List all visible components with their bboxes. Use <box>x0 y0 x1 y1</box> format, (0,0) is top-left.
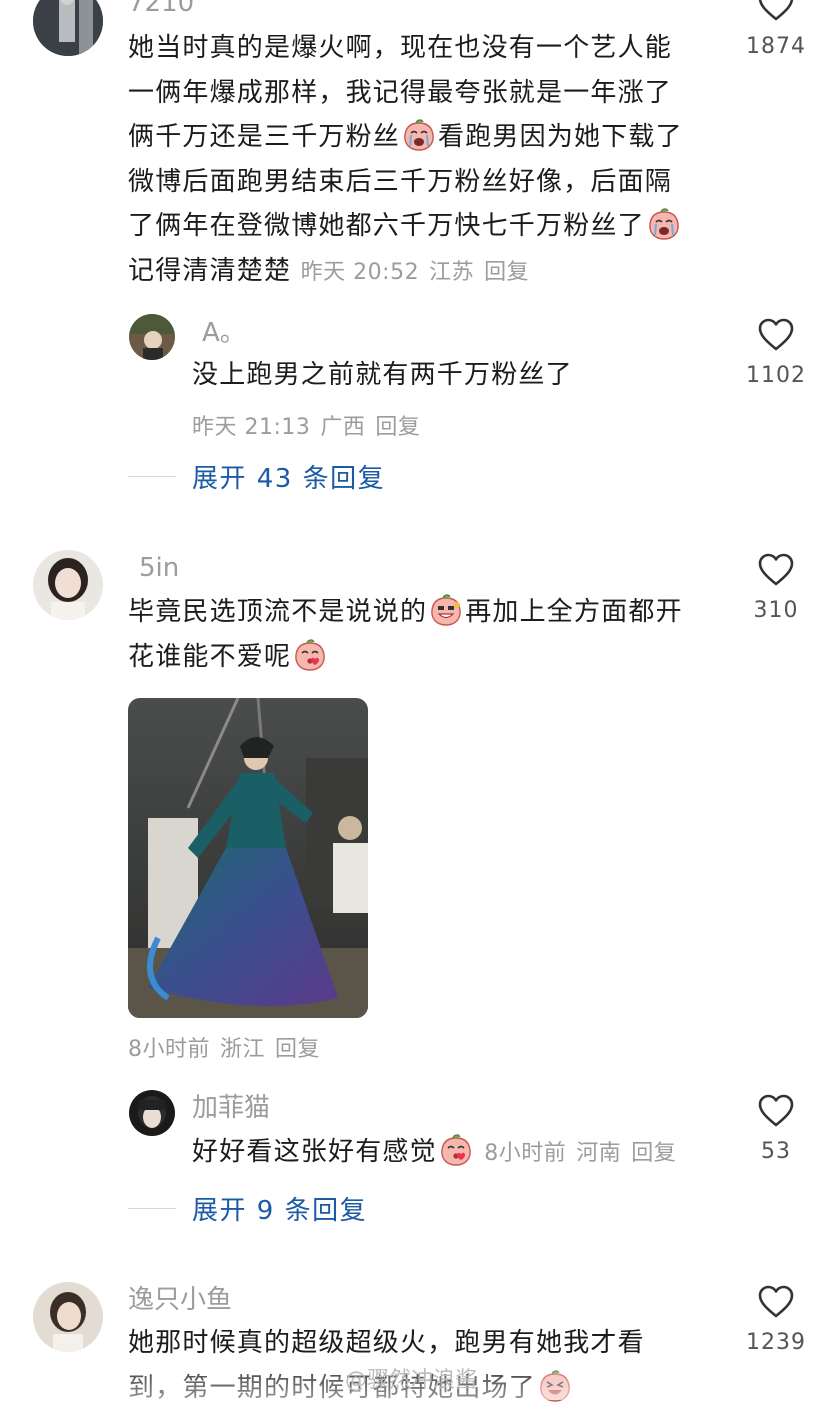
username[interactable]: 5in <box>139 553 179 583</box>
heart-outline-icon[interactable] <box>758 318 794 352</box>
comment-line: 了俩年在登微博她都六千万快七千万粉丝了 <box>128 204 728 249</box>
photo-image <box>128 698 368 1018</box>
divider <box>128 1208 176 1209</box>
reply-text: 没上跑男之前就有两千万粉丝了 <box>192 360 573 390</box>
avatar[interactable] <box>33 0 103 56</box>
avatar-image <box>33 1282 103 1352</box>
like-count: 1102 <box>746 363 806 388</box>
comment-line: 俩千万还是三千万粉丝 看跑男因为她下载了 <box>128 115 728 160</box>
avatar[interactable] <box>33 1282 103 1352</box>
avatar-image <box>33 0 103 56</box>
reply-button[interactable]: 回复 <box>375 415 420 440</box>
comment-photo[interactable] <box>128 698 368 1018</box>
like-count: 1239 <box>746 1330 806 1355</box>
reply-button[interactable]: 回复 <box>631 1141 676 1166</box>
crying-emoji-icon <box>647 207 681 241</box>
kiss-emoji-icon <box>293 638 327 672</box>
kiss-emoji-icon <box>439 1133 473 1167</box>
username[interactable]: 逸只小鱼 <box>128 1285 232 1315</box>
comment-meta: 8小时前 浙江 回复 <box>128 1031 330 1063</box>
expand-replies-button[interactable]: 展开 43 条回复 <box>192 458 385 495</box>
watermark: @骤然冲浪酱 <box>345 1368 478 1393</box>
like-count: 53 <box>761 1139 791 1164</box>
heart-outline-icon[interactable] <box>758 553 794 587</box>
comment-meta: 昨天 21:13 广西 回复 <box>192 409 430 441</box>
avatar-image <box>129 1090 175 1136</box>
reply-text: 好好看这张好有感觉 8小时前 河南 回复 <box>192 1130 732 1177</box>
heart-outline-icon[interactable] <box>758 0 794 22</box>
like-count: 1874 <box>746 34 806 59</box>
reply-button[interactable]: 回复 <box>275 1037 320 1062</box>
comment-location: 浙江 <box>220 1037 266 1062</box>
username[interactable]: A。 <box>202 318 246 348</box>
expand-replies-button[interactable]: 展开 9 条回复 <box>192 1190 367 1227</box>
comment-line: 记得清清楚楚 昨天 20:52 江苏 回复 <box>128 249 728 296</box>
divider <box>128 476 176 477</box>
grinning-emoji-icon <box>429 593 463 627</box>
comment-line: 一俩年爆成那样，我记得最夸张就是一年涨了 <box>128 77 673 108</box>
comment-text: 毕竟民选顶流不是说说的 再加上全方面都开 花谁能不爱呢 <box>128 590 728 679</box>
username[interactable]: 7210 <box>128 0 194 18</box>
username[interactable]: 加菲猫 <box>192 1093 270 1123</box>
heart-outline-icon[interactable] <box>758 1094 794 1128</box>
avatar[interactable] <box>129 314 175 360</box>
comment-line: 她当时真的是爆火啊，现在也没有一个艺人能 <box>128 33 673 63</box>
avatar[interactable] <box>129 1090 175 1136</box>
avatar-image <box>129 314 175 360</box>
comment-meta: 8小时前 河南 回复 <box>484 1141 686 1166</box>
like-count: 310 <box>753 598 799 623</box>
comment-location: 广西 <box>320 415 366 440</box>
avatar[interactable] <box>33 550 103 620</box>
comment-line: 微博后面跑男结束后三千万粉丝好像，后面隔 <box>128 166 673 197</box>
reply-button[interactable]: 回复 <box>484 260 529 285</box>
avatar-image <box>33 550 103 620</box>
comment-line: 她那时候真的超级超级火，跑男有她我才看 <box>128 1328 645 1358</box>
crying-emoji-icon <box>402 118 436 152</box>
comment-location: 江苏 <box>429 259 475 285</box>
comment-line: 毕竟民选顶流不是说说的 再加上全方面都开 <box>128 590 728 635</box>
comment-time: 8小时前 <box>128 1037 210 1062</box>
comment-meta: 昨天 20:52 江苏 回复 <box>301 260 539 285</box>
comment-time: 8小时前 <box>484 1141 567 1166</box>
comment-time: 昨天 21:13 <box>192 415 311 440</box>
comment-location: 河南 <box>576 1141 622 1166</box>
comment-line: 花谁能不爱呢 <box>128 635 728 680</box>
comment-text: 她当时真的是爆火啊，现在也没有一个艺人能 一俩年爆成那样，我记得最夸张就是一年涨… <box>128 26 728 295</box>
comment-time: 昨天 20:52 <box>300 259 420 285</box>
heart-outline-icon[interactable] <box>758 1285 794 1319</box>
laughing-emoji-icon <box>538 1369 572 1403</box>
